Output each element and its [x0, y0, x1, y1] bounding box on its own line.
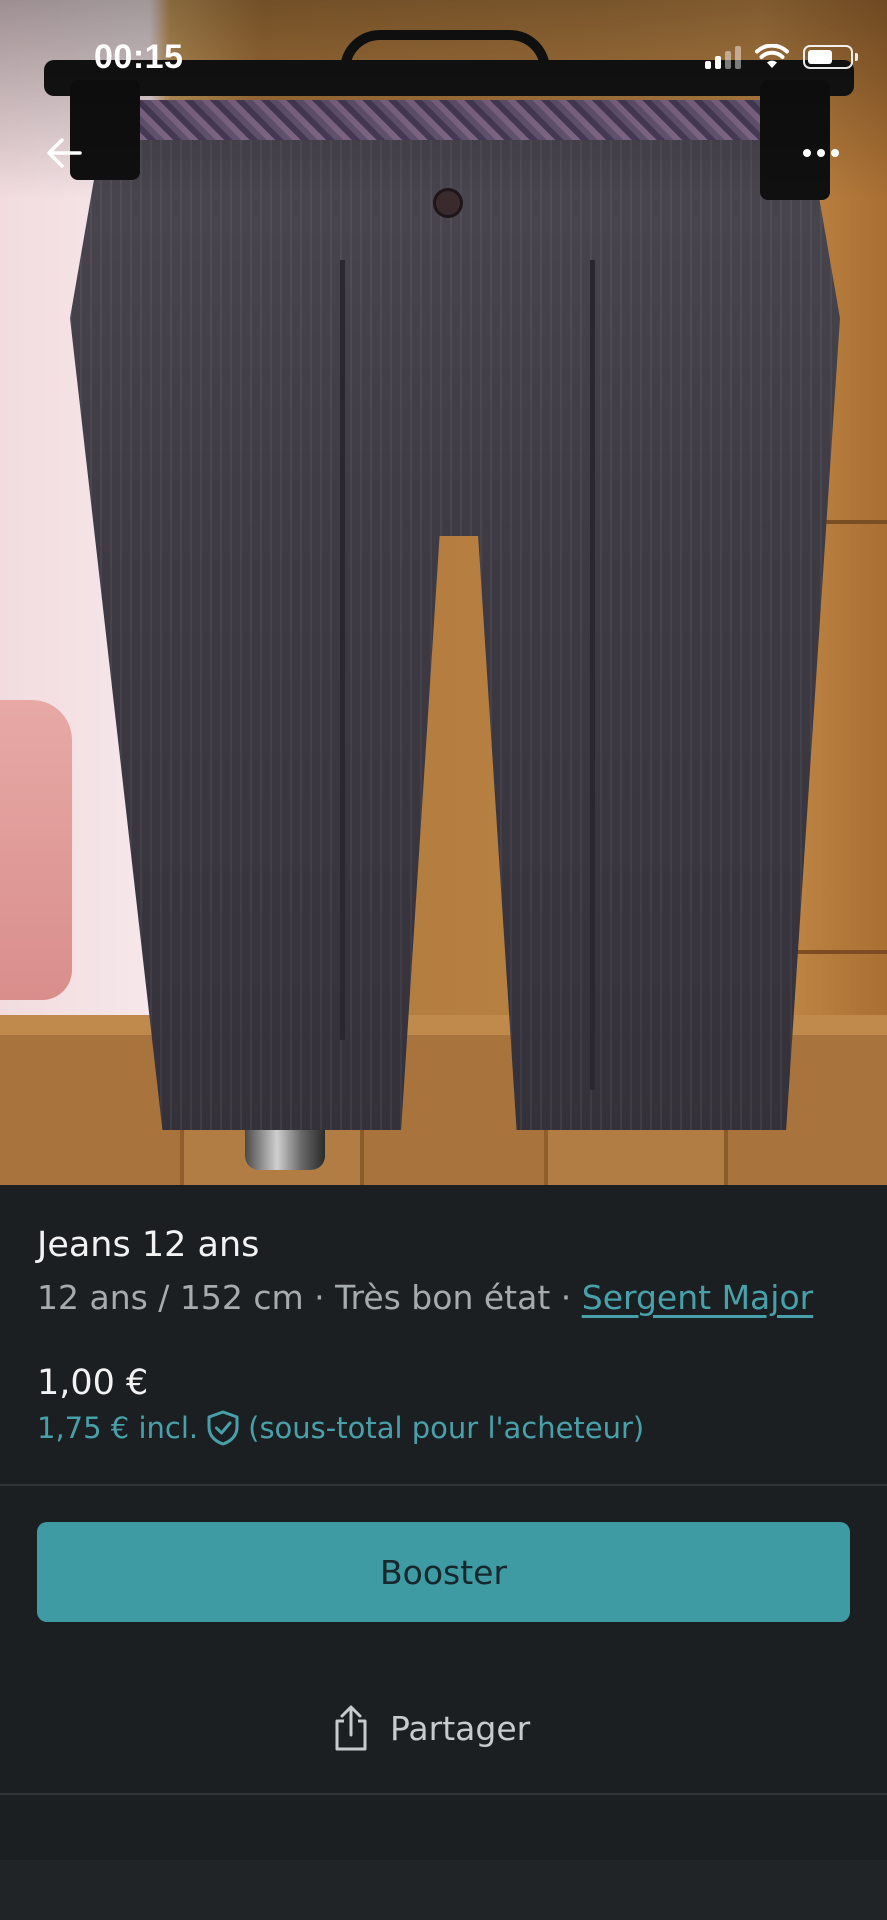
item-price: 1,00 € — [37, 1363, 149, 1403]
back-button[interactable] — [34, 128, 94, 178]
separator: · — [550, 1278, 582, 1317]
signal-icon — [705, 45, 741, 69]
shield-check-icon — [207, 1410, 239, 1446]
battery-icon — [803, 45, 858, 69]
product-photo[interactable] — [0, 0, 887, 1185]
item-condition: Très bon état — [335, 1278, 551, 1317]
price-with-fees[interactable]: 1,75 € incl. (sous-total pour l'acheteur… — [37, 1410, 644, 1446]
item-details: 12 ans / 152 cm · Très bon état · Sergen… — [37, 1278, 813, 1317]
arrow-left-icon — [47, 138, 82, 168]
separator: · — [303, 1278, 336, 1317]
item-title: Jeans 12 ans — [37, 1225, 260, 1265]
divider — [0, 1484, 887, 1486]
screen: 00:15 Jeans 12 ans 12 ans / 152 cm · Trè… — [0, 0, 887, 1920]
booster-button[interactable]: Booster — [37, 1522, 850, 1622]
share-icon — [335, 1705, 367, 1751]
item-info: Jeans 12 ans 12 ans / 152 cm · Très bon … — [0, 1185, 887, 1485]
brand-link[interactable]: Sergent Major — [582, 1278, 813, 1317]
more-options-button[interactable] — [791, 128, 851, 178]
share-label: Partager — [390, 1708, 531, 1748]
status-time: 00:15 — [94, 38, 184, 76]
share-button[interactable]: Partager — [330, 1693, 530, 1763]
status-icons — [705, 44, 858, 70]
bottom-bar — [0, 1860, 887, 1920]
more-horizontal-icon — [803, 149, 811, 157]
price-incl-prefix: 1,75 € incl. — [37, 1411, 199, 1445]
price-incl-suffix: (sous-total pour l'acheteur) — [248, 1411, 645, 1445]
divider — [0, 1793, 887, 1795]
item-size: 12 ans / 152 cm — [37, 1278, 304, 1317]
wifi-icon — [755, 44, 789, 68]
